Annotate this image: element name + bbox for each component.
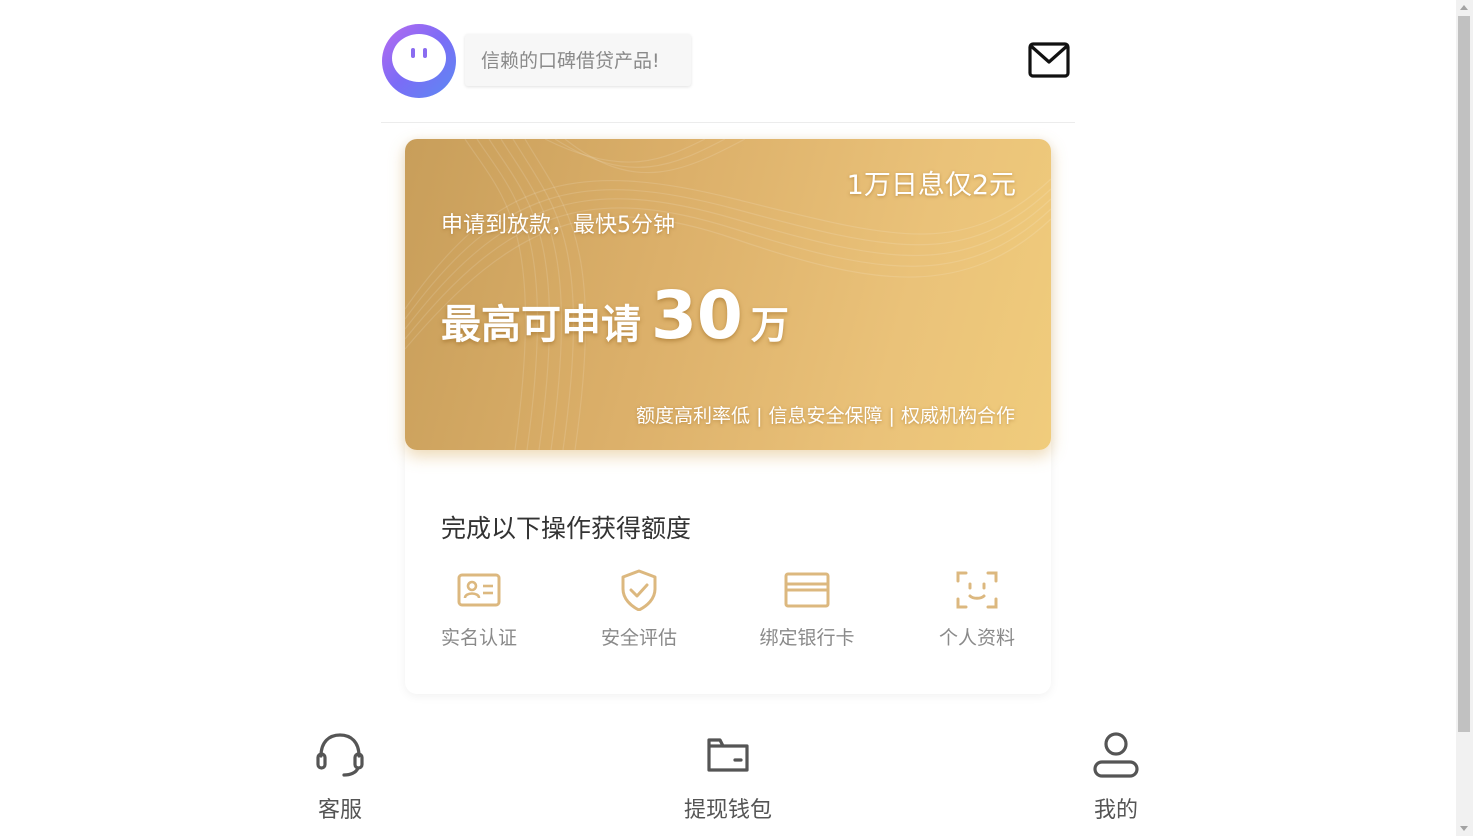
- steps-title: 完成以下操作获得额度: [441, 514, 692, 543]
- nav-mine[interactable]: 我的: [1046, 730, 1186, 824]
- scroll-down-icon[interactable]: [1460, 826, 1468, 831]
- credit-card-panel: 1万日息仅2元 申请到放款，最快5分钟 最高可申请 30 万 额度高利率低 | 信息…: [405, 139, 1051, 694]
- nav-label: 客服: [317, 798, 362, 823]
- face-scan-icon: [956, 571, 998, 609]
- robot-face-icon[interactable]: [382, 24, 456, 98]
- id-card-icon: [457, 573, 501, 607]
- max-credit-label: 最高可申请: [441, 302, 641, 348]
- loan-banner[interactable]: 1万日息仅2元 申请到放款，最快5分钟 最高可申请 30 万 额度高利率低 | 信息…: [405, 139, 1051, 450]
- max-credit-amount: 最高可申请 30 万: [441, 277, 789, 354]
- mail-icon[interactable]: [1028, 42, 1070, 78]
- step-label: 绑定银行卡: [759, 627, 855, 649]
- max-credit-number: 30: [651, 277, 743, 354]
- loan-speed-text: 申请到放款，最快5分钟: [441, 213, 675, 238]
- nav-customer-service[interactable]: 客服: [270, 730, 410, 824]
- step-label: 实名认证: [440, 627, 517, 649]
- nav-label: 我的: [1093, 798, 1138, 823]
- user-icon: [1093, 732, 1139, 778]
- step-bind-bank-card[interactable]: 绑定银行卡: [747, 569, 867, 650]
- nav-wallet[interactable]: 提现钱包: [658, 730, 798, 824]
- step-label: 个人资料: [938, 627, 1015, 649]
- max-credit-unit: 万: [750, 303, 789, 347]
- nav-label: 提现钱包: [683, 798, 772, 823]
- header: 信赖的口碑借贷产品!: [381, 0, 1075, 123]
- scroll-up-icon[interactable]: [1460, 5, 1468, 10]
- slogan-text: 信赖的口碑借贷产品!: [465, 34, 691, 86]
- vertical-scrollbar[interactable]: [1456, 0, 1473, 836]
- wallet-icon: [707, 738, 749, 772]
- step-personal-info[interactable]: 个人资料: [917, 569, 1037, 650]
- shield-check-icon: [621, 569, 657, 611]
- banner-features: 额度高利率低 | 信息安全保障 | 权威机构合作: [636, 405, 1015, 427]
- scrollbar-thumb[interactable]: [1458, 16, 1470, 732]
- step-real-name-auth[interactable]: 实名认证: [419, 569, 539, 650]
- headset-icon: [316, 733, 364, 777]
- daily-rate-text: 1万日息仅2元: [846, 170, 1016, 201]
- step-label: 安全评估: [600, 627, 677, 649]
- step-security-assessment[interactable]: 安全评估: [579, 569, 699, 650]
- bank-card-icon: [784, 572, 830, 608]
- page: 信赖的口碑借贷产品! 1万日息仅2元 申请到放款，最快5分钟 最高可申请 30 …: [0, 0, 1473, 836]
